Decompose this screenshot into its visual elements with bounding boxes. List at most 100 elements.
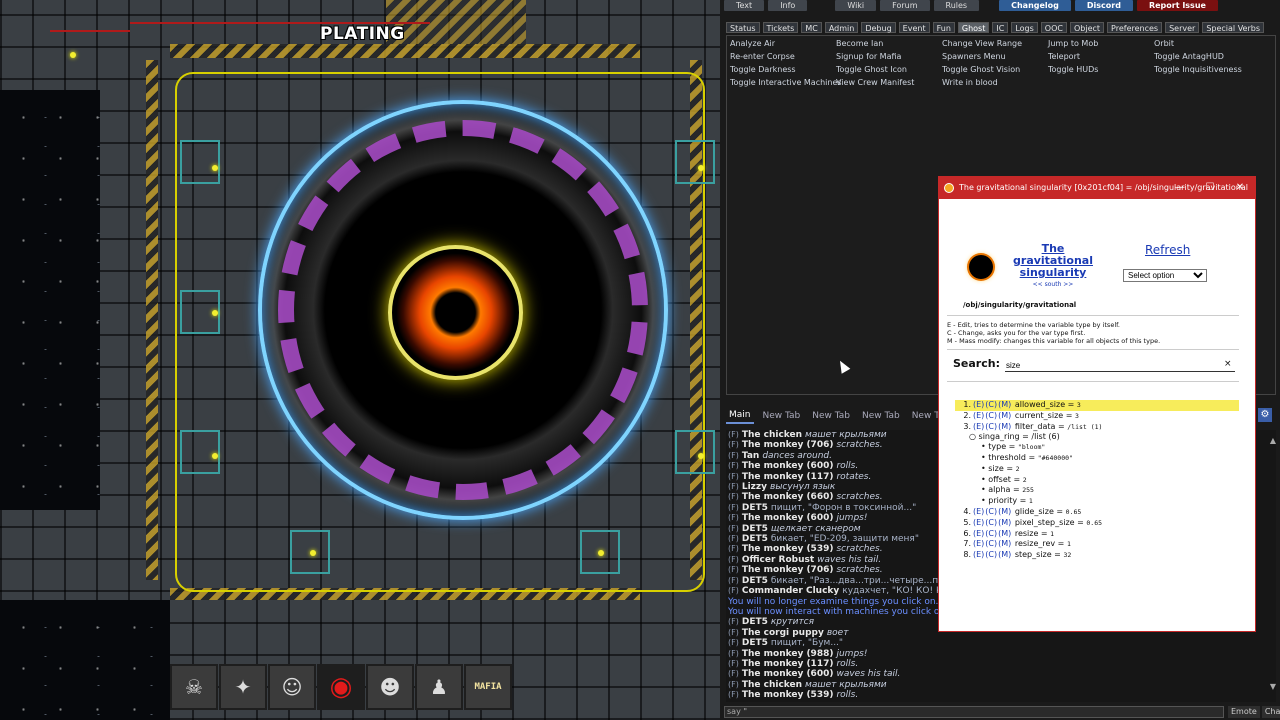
follow-link[interactable]: (F) — [728, 680, 739, 689]
var-action-m[interactable]: (M) — [998, 518, 1011, 527]
chat-tab[interactable]: New Tab — [859, 409, 903, 423]
var-action-m[interactable]: (M) — [998, 539, 1011, 548]
verb-link[interactable]: Spawners Menu — [942, 51, 1046, 62]
verb-link[interactable]: View Crew Manifest — [836, 77, 940, 88]
chat-tab[interactable]: New Tab — [760, 409, 804, 423]
verb-link[interactable]: Write in blood — [942, 77, 1046, 88]
top-link-text[interactable]: Text — [724, 0, 765, 11]
tab-admin[interactable]: Admin — [824, 22, 859, 33]
follow-link[interactable]: (F) — [728, 482, 739, 491]
follow-link[interactable]: (F) — [728, 524, 739, 533]
top-link-discord[interactable]: Discord — [1074, 0, 1133, 11]
minimize-button[interactable]: — — [1165, 177, 1195, 199]
var-action-c[interactable]: (C) — [985, 518, 997, 527]
top-link-info[interactable]: Info — [768, 0, 808, 11]
search-clear-icon[interactable]: × — [1224, 359, 1232, 369]
maximize-button[interactable]: ☐ — [1195, 177, 1225, 199]
verb-link[interactable]: Toggle Ghost Icon — [836, 64, 940, 75]
refresh-link[interactable]: Refresh — [1145, 243, 1190, 257]
tab-tickets[interactable]: Tickets — [762, 22, 799, 33]
var-action-e[interactable]: (E) — [973, 507, 984, 516]
follow-link[interactable]: (F) — [728, 555, 739, 564]
follow-link[interactable]: (F) — [728, 576, 739, 585]
var-action-e[interactable]: (E) — [973, 550, 984, 559]
var-action-e[interactable]: (E) — [973, 411, 984, 420]
hotbar-slot[interactable]: ☻ — [366, 664, 414, 710]
chat-button[interactable]: Chat — [1261, 706, 1280, 718]
var-action-m[interactable]: (M) — [998, 411, 1011, 420]
chat-settings-gear-icon[interactable]: ⚙ — [1258, 408, 1272, 422]
tab-debug[interactable]: Debug — [861, 22, 896, 33]
var-action-e[interactable]: (E) — [973, 400, 984, 409]
verb-link[interactable]: Toggle AntagHUD — [1154, 51, 1258, 62]
tab-preferences[interactable]: Preferences — [1107, 22, 1163, 33]
verb-link[interactable]: Toggle Inquisitiveness — [1154, 64, 1258, 75]
top-link-report-issue[interactable]: Report Issue — [1136, 0, 1218, 11]
follow-link[interactable]: (F) — [728, 690, 739, 699]
var-action-m[interactable]: (M) — [998, 422, 1011, 431]
view-variables-window[interactable]: The gravitational singularity [0x201cf04… — [938, 176, 1256, 632]
option-select[interactable]: Select option — [1123, 269, 1207, 282]
follow-link[interactable]: (F) — [728, 492, 739, 501]
hotbar-slot[interactable]: ☺ — [268, 664, 316, 710]
verb-link[interactable]: Toggle Darkness — [730, 64, 834, 75]
follow-link[interactable]: (F) — [728, 513, 739, 522]
var-action-c[interactable]: (C) — [985, 411, 997, 420]
var-action-c[interactable]: (C) — [985, 550, 997, 559]
var-action-m[interactable]: (M) — [998, 400, 1011, 409]
follow-link[interactable]: (F) — [728, 503, 739, 512]
hotbar-slot[interactable]: ♟ — [415, 664, 463, 710]
var-action-c[interactable]: (C) — [985, 529, 997, 538]
search-input[interactable] — [1005, 359, 1235, 372]
chat-scrollbar[interactable]: ▲ ▼ — [1268, 436, 1278, 692]
follow-link[interactable]: (F) — [728, 544, 739, 553]
chat-tab[interactable]: Main — [726, 408, 754, 424]
top-link-forum[interactable]: Forum — [880, 0, 930, 11]
scroll-down-icon[interactable]: ▼ — [1268, 682, 1278, 691]
close-button[interactable]: ✕ — [1225, 177, 1255, 199]
verb-link[interactable]: Become Ian — [836, 38, 940, 49]
gravitational-singularity[interactable] — [228, 70, 688, 540]
follow-link[interactable]: (F) — [728, 461, 739, 470]
follow-link[interactable]: (F) — [728, 565, 739, 574]
direction-nav[interactable]: << south >> — [1009, 281, 1097, 288]
tab-event[interactable]: Event — [898, 22, 930, 33]
tab-server[interactable]: Server — [1165, 22, 1200, 33]
var-action-c[interactable]: (C) — [985, 507, 997, 516]
follow-link[interactable]: (F) — [728, 649, 739, 658]
follow-link[interactable]: (F) — [728, 451, 739, 460]
window-titlebar[interactable]: The gravitational singularity [0x201cf04… — [939, 177, 1255, 199]
var-action-m[interactable]: (M) — [998, 529, 1011, 538]
game-viewport[interactable]: PLATING ☠ ✦ ☺ ◉ ☻ ♟ MAFIA — [0, 0, 720, 720]
tab-ooc[interactable]: OOC — [1040, 22, 1067, 33]
follow-link[interactable]: (F) — [728, 472, 739, 481]
var-action-m[interactable]: (M) — [998, 550, 1011, 559]
var-action-e[interactable]: (E) — [973, 518, 984, 527]
scroll-up-icon[interactable]: ▲ — [1268, 436, 1278, 445]
top-link-wiki[interactable]: Wiki — [835, 0, 877, 11]
verb-link[interactable]: Jump to Mob — [1048, 38, 1152, 49]
verb-link[interactable]: Analyze Air — [730, 38, 834, 49]
tab-ic[interactable]: IC — [992, 22, 1009, 33]
hotbar-slot[interactable]: ◉ — [317, 664, 365, 710]
follow-link[interactable]: (F) — [728, 586, 739, 595]
verb-link[interactable]: Toggle HUDs — [1048, 64, 1152, 75]
hotbar-slot[interactable]: ☠ — [170, 664, 218, 710]
tab-object[interactable]: Object — [1069, 22, 1105, 33]
tab-status[interactable]: Status — [726, 22, 760, 33]
follow-link[interactable]: (F) — [728, 617, 739, 626]
hotbar-slot[interactable]: ✦ — [219, 664, 267, 710]
tab-special-verbs[interactable]: Special Verbs — [1202, 22, 1265, 33]
tab-fun[interactable]: Fun — [932, 22, 955, 33]
tab-mc[interactable]: MC — [801, 22, 822, 33]
chat-tab[interactable]: New Tab — [809, 409, 853, 423]
verb-link[interactable]: Change View Range — [942, 38, 1046, 49]
tab-logs[interactable]: Logs — [1011, 22, 1038, 33]
emote-button[interactable]: Emote — [1228, 706, 1260, 718]
var-action-c[interactable]: (C) — [985, 400, 997, 409]
follow-link[interactable]: (F) — [728, 659, 739, 668]
var-action-c[interactable]: (C) — [985, 422, 997, 431]
hotbar-slot[interactable]: MAFIA — [464, 664, 512, 710]
var-action-e[interactable]: (E) — [973, 539, 984, 548]
verb-link[interactable]: Toggle Ghost Vision — [942, 64, 1046, 75]
